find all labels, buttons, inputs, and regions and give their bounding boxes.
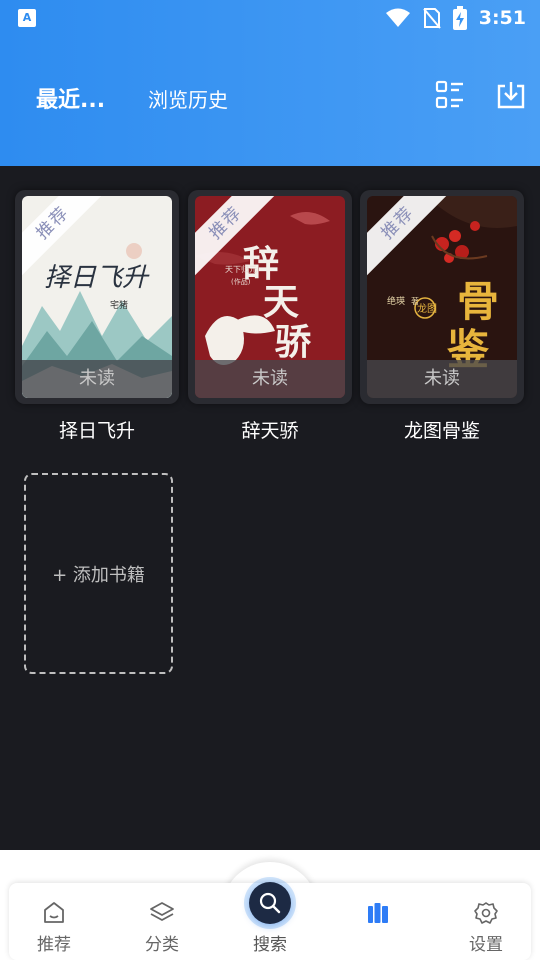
book-card[interactable]: 择日飞升 宅猪 推荐 未读 择日飞升 (15, 190, 179, 443)
app-notification-icon: A (18, 9, 36, 27)
book-title[interactable]: 龙图骨鉴 (360, 416, 524, 443)
search-icon (259, 892, 281, 914)
home-icon (44, 902, 64, 923)
svg-text:天下归元: 天下归元 (225, 264, 257, 274)
nav-label: 分类 (145, 935, 179, 955)
book-card[interactable]: 辞 天 骄 天下归元 (作品) 推荐 未读 辞天骄 (188, 190, 352, 443)
svg-text:龙图: 龙图 (417, 302, 437, 315)
read-status: 未读 (195, 360, 345, 398)
nav-item-recommend[interactable]: 推荐 (14, 900, 94, 955)
tab-recent[interactable]: 最近... (36, 82, 105, 114)
svg-text:绝瑛: 绝瑛 (387, 295, 405, 307)
book-cover[interactable]: 辞 天 骄 天下归元 (作品) 推荐 未读 (195, 196, 345, 398)
battery-charging-icon (452, 6, 467, 30)
list-grid-icon[interactable] (435, 80, 465, 110)
svg-text:骄: 骄 (275, 321, 312, 363)
book-cover-frame[interactable]: 辞 天 骄 天下归元 (作品) 推荐 未读 (188, 190, 352, 404)
status-bar: A 3:51 (0, 0, 540, 36)
nav-search-button[interactable] (249, 882, 291, 924)
status-indicators: 3:51 (385, 6, 526, 30)
bookshelf-icon (368, 903, 388, 923)
book-title[interactable]: 辞天骄 (188, 416, 352, 443)
nav-label: 设置 (469, 935, 503, 955)
top-header: A 3:51 最近... 浏览历史 (0, 0, 540, 166)
book-cover[interactable]: 择日飞升 宅猪 推荐 未读 (22, 196, 172, 398)
svg-text:骨: 骨 (457, 277, 499, 326)
svg-text:宅猪: 宅猪 (110, 299, 128, 311)
nav-label-search[interactable]: 搜索 (230, 930, 310, 955)
read-status: 未读 (367, 360, 517, 398)
read-status: 未读 (22, 360, 172, 398)
no-sim-icon (422, 8, 441, 29)
book-title[interactable]: 择日飞升 (15, 416, 179, 443)
nav-item-bookshelf[interactable] (338, 900, 418, 930)
svg-text:择日飞升: 择日飞升 (44, 263, 150, 293)
book-cover[interactable]: 龙图 骨 鉴 绝瑛 著 推荐 未读 (367, 196, 517, 398)
svg-text:著: 著 (411, 296, 419, 306)
book-cover-frame[interactable]: 龙图 骨 鉴 绝瑛 著 推荐 未读 (360, 190, 524, 404)
wifi-icon (385, 8, 410, 27)
svg-text:(作品): (作品) (231, 277, 251, 286)
layers-icon (150, 902, 174, 921)
nav-item-category[interactable]: 分类 (122, 900, 202, 955)
svg-text:天: 天 (263, 281, 299, 323)
nav-label: 推荐 (37, 935, 71, 955)
book-card[interactable]: 龙图 骨 鉴 绝瑛 著 推荐 未读 龙图骨鉴 (360, 190, 524, 443)
tab-browse-history[interactable]: 浏览历史 (148, 84, 228, 113)
nav-item-settings[interactable]: 设置 (446, 900, 526, 955)
clock: 3:51 (478, 7, 526, 29)
gear-icon (474, 902, 498, 924)
download-icon[interactable] (496, 80, 526, 110)
book-cover-frame[interactable]: 择日飞升 宅猪 推荐 未读 (15, 190, 179, 404)
add-book-button[interactable]: + 添加书籍 (24, 473, 173, 674)
